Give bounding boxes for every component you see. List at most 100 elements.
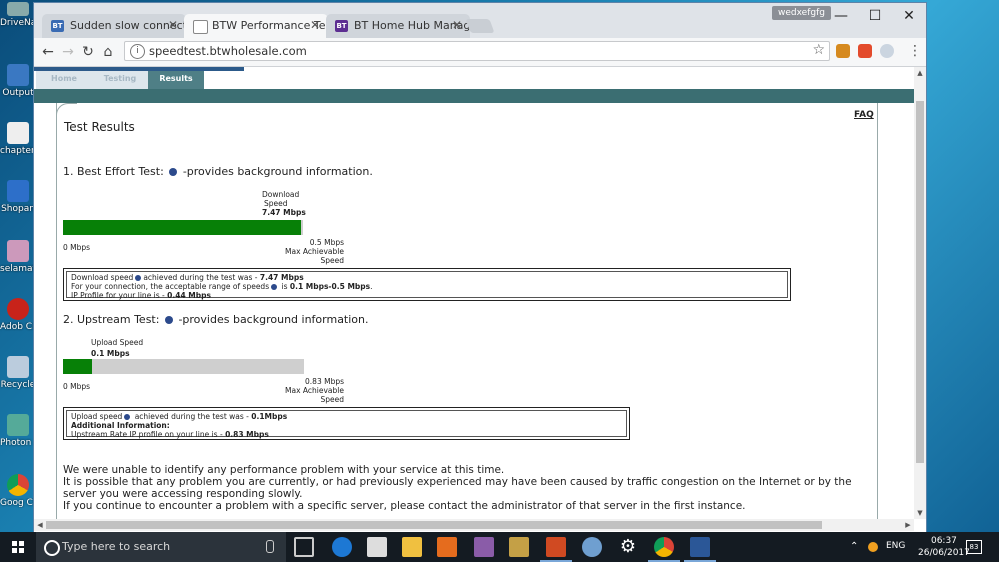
tab-bt-home-hub-manager[interactable]: BT BT Home Hub Manager ✕ xyxy=(326,14,470,38)
desktop-icon-shopan[interactable]: Shopan xyxy=(0,180,36,214)
system-clock[interactable]: 06:37 26/06/2017 xyxy=(918,535,970,559)
desktop-icon-chapter[interactable]: chapter percepti xyxy=(0,122,36,156)
reload-button[interactable]: ↻ xyxy=(78,42,98,62)
app-icon[interactable] xyxy=(582,537,602,557)
download-speed-bar xyxy=(63,220,303,235)
close-window-button[interactable]: ✕ xyxy=(892,5,926,27)
browser-toolbar: ← → ↻ ⌂ i speedtest.btwholesale.com ☆ ⋮ xyxy=(34,38,926,67)
download-axis-max: 0.5 Mbps Max Achievable Speed xyxy=(285,238,344,265)
vertical-scrollbar[interactable]: ▲ ▼ xyxy=(914,67,926,519)
tray-app-icon[interactable] xyxy=(868,542,878,552)
address-bar[interactable]: i speedtest.btwholesale.com ☆ xyxy=(124,41,830,61)
upload-axis-max: 0.83 Mbps Max Achievable Speed xyxy=(285,377,344,404)
nav-testing[interactable]: Testing xyxy=(92,71,148,89)
back-button[interactable]: ← xyxy=(38,42,58,62)
media-player-icon[interactable] xyxy=(509,537,529,557)
page-favicon-icon xyxy=(193,20,208,34)
app-icon[interactable] xyxy=(474,537,494,557)
desktop-icon-output[interactable]: Output xyxy=(0,64,36,98)
upload-axis-min: 0 Mbps xyxy=(63,382,91,391)
image-icon xyxy=(7,240,29,262)
new-tab-button[interactable] xyxy=(465,19,495,33)
extension-icon[interactable] xyxy=(836,44,850,58)
vertical-scroll-thumb[interactable] xyxy=(916,101,924,463)
header-bar xyxy=(34,89,914,103)
powerpoint-icon[interactable] xyxy=(540,537,572,562)
close-icon[interactable]: ✕ xyxy=(452,18,462,32)
desktop-icon-chrome[interactable]: Goog Chron xyxy=(0,474,36,508)
help-icon[interactable] xyxy=(271,284,278,290)
document-icon xyxy=(7,64,29,86)
scroll-down-arrow-icon[interactable]: ▼ xyxy=(914,507,926,519)
help-icon[interactable] xyxy=(164,316,173,324)
upload-speed-label: Upload Speed 0.1 Mbps xyxy=(91,338,144,358)
diagnosis-message: We were unable to identify any performan… xyxy=(63,464,852,512)
upload-speed-value: 0.1 Mbps xyxy=(91,349,130,358)
home-button[interactable]: ⌂ xyxy=(98,42,118,62)
download-info-box: Download speed achieved during the test w… xyxy=(63,268,791,301)
help-icon[interactable] xyxy=(124,414,131,420)
bt-favicon-icon: BT xyxy=(51,20,64,32)
skype-icon[interactable] xyxy=(880,44,894,58)
language-indicator[interactable]: ENG xyxy=(886,541,905,551)
forward-button[interactable]: → xyxy=(58,42,78,62)
nav-results[interactable]: Results xyxy=(148,71,204,89)
profile-badge[interactable]: wedxefgfg xyxy=(772,6,831,20)
desktop-icon-recycle[interactable]: Recycle xyxy=(0,356,36,390)
bookmark-star-icon[interactable]: ☆ xyxy=(812,42,825,58)
site-navigation: Home Testing Results xyxy=(34,67,914,103)
faq-link[interactable]: FAQ xyxy=(854,110,874,120)
desktop-icon-drivena[interactable]: DriveNa xyxy=(0,2,36,28)
maximize-button[interactable]: ☐ xyxy=(858,5,892,27)
task-view-icon[interactable] xyxy=(294,537,314,557)
horizontal-scrollbar[interactable]: ◀ ▶ xyxy=(34,519,914,531)
extension-plus-icon[interactable] xyxy=(858,44,872,58)
cortana-icon xyxy=(44,540,60,556)
upload-info-box: Upload speed achieved during the test wa… xyxy=(63,407,630,440)
scroll-right-arrow-icon[interactable]: ▶ xyxy=(902,519,914,531)
bt-favicon-icon: BT xyxy=(335,20,348,32)
download-axis-min: 0 Mbps xyxy=(63,243,91,252)
notification-center-icon[interactable]: 83 xyxy=(966,540,982,554)
chrome-taskbar-icon[interactable] xyxy=(648,537,680,562)
file-explorer-icon[interactable] xyxy=(402,537,422,557)
word-icon[interactable] xyxy=(684,537,716,562)
search-placeholder: Type here to search xyxy=(62,540,171,553)
best-effort-title: 1. Best Effort Test: -provides backgroun… xyxy=(63,165,373,178)
tab-btw-performance-test[interactable]: BTW Performance Test ✕ xyxy=(184,14,328,38)
help-icon[interactable] xyxy=(169,168,178,176)
folder-icon xyxy=(7,2,29,16)
taskbar: Type here to search ⚙ ⌃ ENG 06:37 26/06/… xyxy=(0,532,999,562)
close-icon[interactable]: ✕ xyxy=(168,18,178,32)
adobe-creative-cloud-icon xyxy=(7,298,29,320)
start-button[interactable] xyxy=(0,532,36,562)
chrome-menu-icon[interactable]: ⋮ xyxy=(908,43,922,59)
info-icon[interactable]: i xyxy=(130,44,145,59)
minimize-button[interactable]: — xyxy=(824,5,858,27)
taskbar-search[interactable]: Type here to search xyxy=(36,532,286,562)
browser-window: BT Sudden slow connection ✕ BTW Performa… xyxy=(34,3,926,532)
chrome-icon xyxy=(7,474,29,496)
download-speed-value: 7.47 Mbps xyxy=(262,208,306,217)
help-icon[interactable] xyxy=(135,275,142,281)
nav-home[interactable]: Home xyxy=(36,71,92,89)
horizontal-scroll-thumb[interactable] xyxy=(46,521,822,529)
desktop-icon-photon[interactable]: Photon Essenti xyxy=(0,414,36,448)
tray-expand-icon[interactable]: ⌃ xyxy=(850,541,858,552)
store-icon[interactable] xyxy=(367,537,387,557)
microphone-icon[interactable] xyxy=(266,540,274,553)
scroll-up-arrow-icon[interactable]: ▲ xyxy=(914,67,926,79)
scroll-left-arrow-icon[interactable]: ◀ xyxy=(34,519,46,531)
upstream-title: 2. Upstream Test: -provides background i… xyxy=(63,313,369,326)
desktop-icon-adobe[interactable]: Adob Creat xyxy=(0,298,36,332)
settings-gear-icon[interactable]: ⚙ xyxy=(618,537,638,557)
desktop-icon-selamat[interactable]: selamat ibu xyxy=(0,240,36,274)
app-icon[interactable] xyxy=(437,537,457,557)
url-text: speedtest.btwholesale.com xyxy=(149,44,307,58)
tab-sudden-slow-connection[interactable]: BT Sudden slow connection ✕ xyxy=(42,14,186,38)
photo-app-icon xyxy=(7,414,29,436)
download-speed-label: Download Speed 7.47 Mbps xyxy=(262,190,306,217)
close-icon[interactable]: ✕ xyxy=(310,18,320,32)
title-bar: BT Sudden slow connection ✕ BTW Performa… xyxy=(34,3,926,38)
edge-icon[interactable] xyxy=(332,537,352,557)
